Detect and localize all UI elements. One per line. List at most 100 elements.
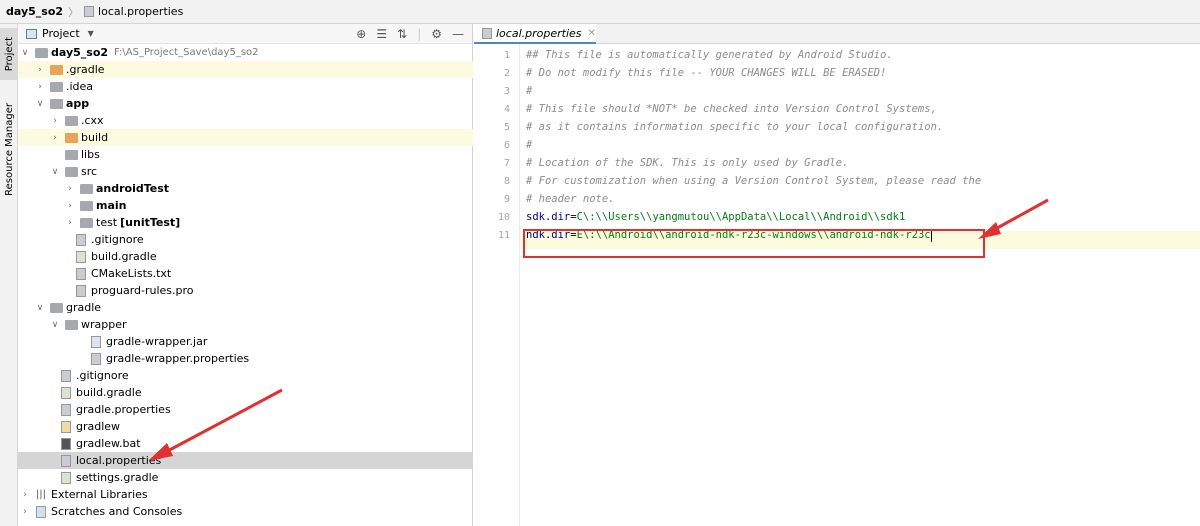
line-number: 7 xyxy=(503,158,510,169)
breadcrumb-file[interactable]: local.properties xyxy=(84,5,183,18)
chevron-right-icon: 〉 xyxy=(68,5,80,19)
folder-icon xyxy=(79,183,93,195)
tree-item-gradle-properties[interactable]: gradle.properties xyxy=(18,401,473,418)
tree-item-cxx[interactable]: › .cxx xyxy=(18,112,473,129)
tree-item-app-gitignore[interactable]: .gitignore xyxy=(18,231,473,248)
chevron-down-icon[interactable]: ∨ xyxy=(35,303,45,313)
tree-item-gradle[interactable]: ∨ gradle xyxy=(18,299,473,316)
toolbar-divider: | xyxy=(417,27,422,41)
line-number: 1 xyxy=(503,50,510,61)
libraries-icon: ||| xyxy=(35,489,47,500)
line-number: 4 xyxy=(503,104,510,115)
code-line: # This file should *NOT* be checked into… xyxy=(526,103,937,115)
gitignore-file-icon xyxy=(74,233,88,246)
tree-item-root-build-gradle[interactable]: build.gradle xyxy=(18,384,473,401)
properties-file-icon xyxy=(84,6,95,17)
code-line: # as it contains information specific to… xyxy=(526,121,944,133)
chevron-right-icon[interactable]: › xyxy=(65,218,75,228)
chevron-right-icon[interactable]: › xyxy=(20,507,30,517)
line-number: 11 xyxy=(497,230,510,241)
tree-item-idea[interactable]: › .idea xyxy=(18,78,473,95)
chevron-right-icon[interactable]: › xyxy=(65,184,75,194)
project-view-selector[interactable]: Project xyxy=(42,27,80,40)
line-number: 6 xyxy=(503,140,510,151)
annotation-highlight-box xyxy=(523,229,985,258)
chevron-down-icon[interactable]: ∨ xyxy=(35,99,45,109)
tree-item-androidtest[interactable]: › androidTest xyxy=(18,180,473,197)
batch-file-icon xyxy=(59,437,73,450)
code-line: # xyxy=(526,85,533,97)
expand-all-icon[interactable]: ☰ xyxy=(376,27,387,41)
tree-item-gradle-cache[interactable]: › .gradle xyxy=(18,61,473,78)
tree-item-settings-gradle[interactable]: settings.gradle xyxy=(18,469,473,486)
tree-item-proguard[interactable]: proguard-rules.pro xyxy=(18,282,473,299)
chevron-right-icon[interactable]: › xyxy=(20,490,30,500)
shell-file-icon xyxy=(59,420,73,433)
tree-item-local-properties[interactable]: local.properties xyxy=(18,452,473,469)
properties-file-icon xyxy=(482,27,492,39)
minimize-icon[interactable]: — xyxy=(452,27,464,41)
tree-item-gradlew[interactable]: gradlew xyxy=(18,418,473,435)
text-file-icon xyxy=(74,267,88,280)
folder-icon xyxy=(64,149,78,161)
chevron-right-icon[interactable]: › xyxy=(65,201,75,211)
text-file-icon xyxy=(74,284,88,297)
jar-file-icon xyxy=(89,335,103,348)
editor-tab-bar: local.properties ✕ xyxy=(474,24,1200,44)
code-line: # For customization when using a Version… xyxy=(526,175,982,187)
code-line: # Location of the SDK. This is only used… xyxy=(526,157,849,169)
tree-item-main[interactable]: › main xyxy=(18,197,473,214)
properties-file-icon xyxy=(89,352,103,365)
tree-item-libs[interactable]: libs xyxy=(18,146,473,163)
tree-item-app[interactable]: ∨ app xyxy=(18,95,473,112)
folder-icon xyxy=(49,81,63,93)
tree-item-gradlew-bat[interactable]: gradlew.bat xyxy=(18,435,473,452)
locate-icon[interactable]: ⊕ xyxy=(356,27,366,41)
folder-icon xyxy=(79,200,93,212)
chevron-right-icon[interactable]: › xyxy=(50,133,60,143)
chevron-down-icon[interactable]: ▼ xyxy=(88,29,94,38)
line-number: 10 xyxy=(497,212,510,223)
chevron-right-icon[interactable]: › xyxy=(35,65,45,75)
tree-item-gradle-wrapper-properties[interactable]: gradle-wrapper.properties xyxy=(18,350,473,367)
tree-item-build[interactable]: › build xyxy=(18,129,473,146)
module-folder-icon xyxy=(49,98,63,110)
chevron-right-icon[interactable]: › xyxy=(50,116,60,126)
tab-local-properties[interactable]: local.properties ✕ xyxy=(474,24,596,44)
tree-item-scratches[interactable]: › Scratches and Consoles xyxy=(18,503,473,520)
tree-item-src[interactable]: ∨ src xyxy=(18,163,473,180)
code-line-sdk-dir: sdk.dir=C\:\\Users\\yangmutou\\AppData\\… xyxy=(526,211,906,223)
folder-icon xyxy=(49,302,63,314)
line-number: 5 xyxy=(503,122,510,133)
project-tool-tab[interactable]: Project xyxy=(0,28,18,80)
resource-manager-tool-tab[interactable]: Resource Manager xyxy=(0,94,18,204)
tree-item-app-build-gradle[interactable]: build.gradle xyxy=(18,248,473,265)
gitignore-file-icon xyxy=(59,369,73,382)
tree-item-wrapper[interactable]: ∨ wrapper xyxy=(18,316,473,333)
tree-item-gradle-wrapper-jar[interactable]: gradle-wrapper.jar xyxy=(18,333,473,350)
collapse-all-icon[interactable]: ⇅ xyxy=(397,27,407,41)
tree-item-external-libraries[interactable]: › ||| External Libraries xyxy=(18,486,473,503)
editor: local.properties ✕ 1 2 3 4 5 6 7 8 9 10 … xyxy=(474,24,1200,526)
chevron-down-icon[interactable]: ∨ xyxy=(20,48,30,58)
gradle-file-icon xyxy=(74,250,88,263)
line-number: 8 xyxy=(503,176,510,187)
tree-item-root-gitignore[interactable]: .gitignore xyxy=(18,367,473,384)
line-number: 2 xyxy=(503,68,510,79)
tree-item-cmakelists[interactable]: CMakeLists.txt xyxy=(18,265,473,282)
tool-window-strip: Project Resource Manager xyxy=(0,24,18,526)
tree-item-day5-so2[interactable]: ∨ day5_so2 F:\AS_Project_Save\day5_so2 xyxy=(18,44,473,61)
tree-item-test[interactable]: › test [unitTest] xyxy=(18,214,473,231)
code-line: # header note. xyxy=(526,193,615,205)
project-panel-header: Project ▼ ⊕ ☰ ⇅ | ⚙ — xyxy=(18,24,472,44)
chevron-right-icon[interactable]: › xyxy=(35,82,45,92)
close-icon[interactable]: ✕ xyxy=(588,28,596,39)
project-panel: Project ▼ ⊕ ☰ ⇅ | ⚙ — ∨ day5_so2 F:\AS_Pr… xyxy=(18,24,473,526)
properties-file-icon xyxy=(59,403,73,416)
breadcrumb-project[interactable]: day5_so2 xyxy=(6,5,63,18)
navigation-bar: day5_so2 〉 local.properties xyxy=(0,0,1200,24)
gradle-file-icon xyxy=(59,386,73,399)
chevron-down-icon[interactable]: ∨ xyxy=(50,167,60,177)
gear-icon[interactable]: ⚙ xyxy=(431,27,442,41)
chevron-down-icon[interactable]: ∨ xyxy=(50,320,60,330)
